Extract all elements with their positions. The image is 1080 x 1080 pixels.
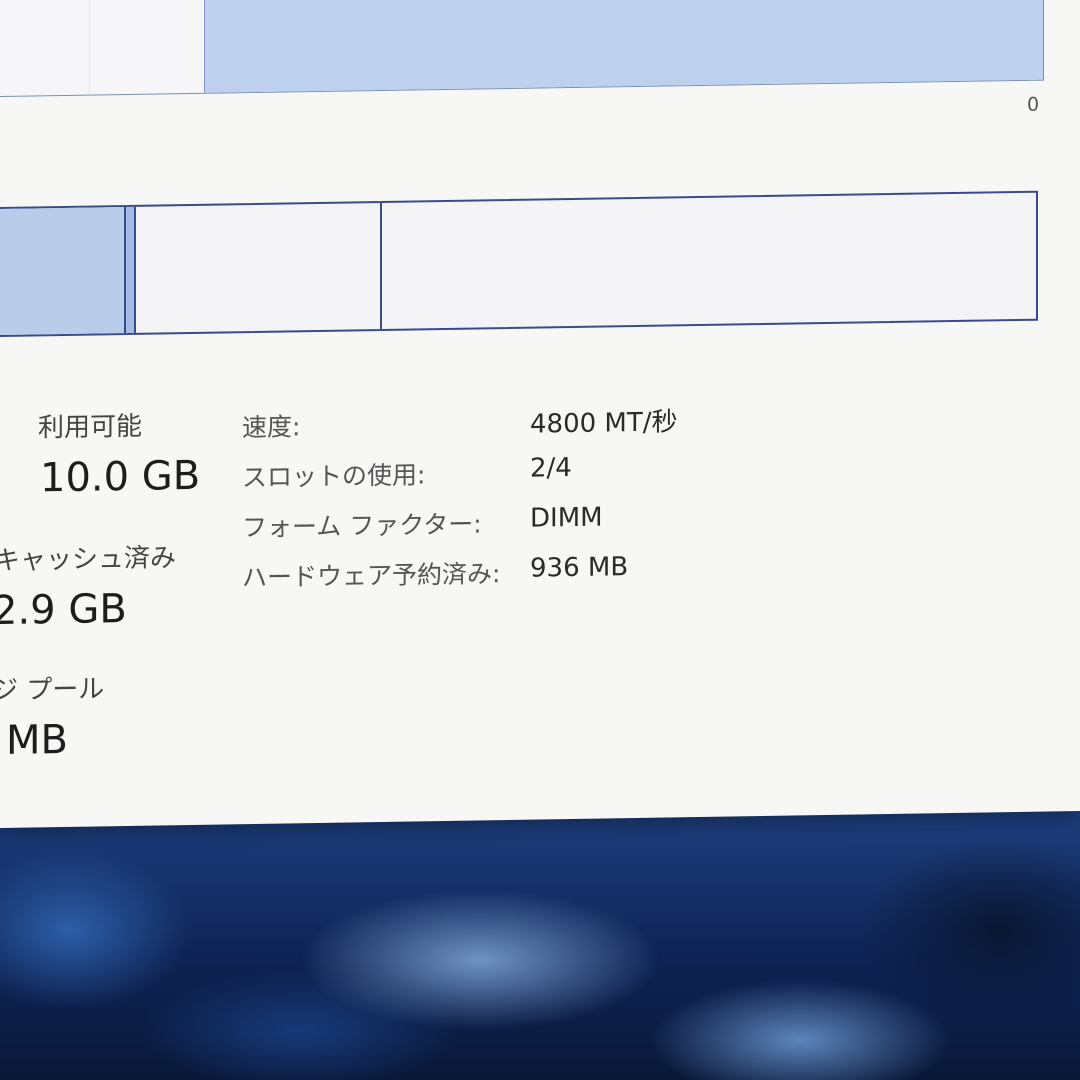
composition-standby-segment[interactable] — [136, 202, 382, 333]
available-value: 10.0 GB — [40, 452, 201, 502]
cached-label: キャッシュ済み — [0, 543, 177, 577]
form-factor-value: DIMM — [530, 502, 603, 534]
composition-free-segment[interactable] — [382, 193, 1036, 329]
composition-modified-segment[interactable] — [124, 206, 136, 334]
task-manager-memory-panel: 0 利用可能 10.0 GB キャッシュ済み 2.9 GB ジ プール MB 速… — [0, 0, 1080, 829]
slots-used-label: スロットの使用: — [242, 460, 426, 493]
graph-grid-line — [89, 0, 90, 95]
memory-usage-graph — [0, 0, 1044, 98]
paged-pool-label: ジ プール — [0, 674, 105, 707]
hardware-reserved-value: 936 MB — [530, 552, 629, 584]
memory-composition-bar[interactable] — [0, 190, 1038, 338]
slots-used-value: 2/4 — [530, 453, 572, 484]
paged-pool-value: MB — [6, 716, 68, 764]
memory-usage-area — [204, 0, 1043, 93]
available-label: 利用可能 — [38, 411, 143, 444]
speed-value: 4800 MT/秒 — [530, 407, 678, 440]
composition-in-use-segment[interactable] — [0, 207, 124, 335]
speed-label: 速度: — [242, 412, 301, 443]
graph-axis-min-label: 0 — [1027, 93, 1040, 116]
cached-value: 2.9 GB — [0, 586, 127, 635]
desktop-wallpaper — [0, 810, 1080, 1080]
hardware-reserved-label: ハードウェア予約済み: — [242, 559, 501, 593]
form-factor-label: フォーム ファクター: — [242, 509, 482, 543]
